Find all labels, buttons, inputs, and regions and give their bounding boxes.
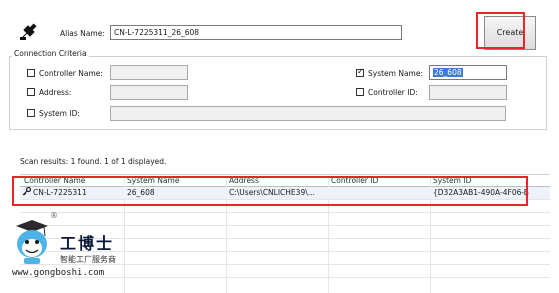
column-header-address[interactable]: Address (229, 175, 259, 187)
brand-tagline-cn: 智能工厂服务商 (60, 255, 116, 264)
grid-line (20, 199, 550, 200)
system-name-checkbox[interactable] (356, 67, 364, 77)
connection-criteria-title: Connection Criteria (12, 49, 89, 58)
system-name-value: 26_608 (433, 68, 463, 77)
controller-id-checkbox[interactable] (356, 88, 364, 96)
cell-controller-name: CN-L-7225311 (33, 188, 87, 197)
brand-url: www.gongboshi.com (12, 268, 105, 278)
column-header-system-id[interactable]: System ID (433, 175, 471, 187)
controller-name-input[interactable] (110, 65, 188, 80)
system-name-input[interactable]: 26_608 (429, 65, 507, 80)
alias-name-input[interactable]: CN-L-7225311_26_608 (110, 25, 402, 40)
key-icon (22, 186, 32, 200)
system-name-label: System Name: (368, 69, 424, 78)
controller-id-label: Controller ID: (368, 88, 418, 97)
create-button[interactable]: Create (484, 16, 536, 50)
scan-results-text: Scan results: 1 found. 1 of 1 displayed. (20, 157, 167, 166)
system-id-checkbox[interactable] (27, 109, 35, 117)
address-label: Address: (39, 88, 72, 97)
mascot-logo (12, 218, 52, 266)
cell-controller-id (331, 187, 427, 199)
robot-icon (18, 23, 40, 41)
alias-name-label: Alias Name: (60, 29, 105, 38)
address-checkbox[interactable] (27, 88, 35, 96)
system-id-label: System ID: (39, 109, 80, 118)
grid-line (20, 212, 550, 213)
grid-line (20, 225, 550, 226)
controller-name-label: Controller Name: (39, 69, 103, 78)
cell-system-name: 26_608 (127, 188, 155, 197)
registered-mark: ® (50, 211, 58, 220)
controller-id-input[interactable] (429, 85, 507, 100)
controller-name-checkbox[interactable] (27, 69, 35, 77)
cell-address: C:\Users\CNLICHE39\... (229, 188, 315, 197)
brand-name-cn: 工博士 (60, 234, 115, 253)
create-button-label: Create (496, 28, 524, 37)
cell-system-id: {D32A3AB1-490A-4F06-B (433, 188, 529, 197)
address-input[interactable] (110, 85, 188, 100)
column-header-controller-id[interactable]: Controller ID (331, 175, 378, 187)
system-id-input[interactable] (110, 106, 506, 121)
column-header-system-name[interactable]: System Name (127, 175, 179, 187)
column-header-controller-name[interactable]: Controller Name (24, 175, 85, 187)
